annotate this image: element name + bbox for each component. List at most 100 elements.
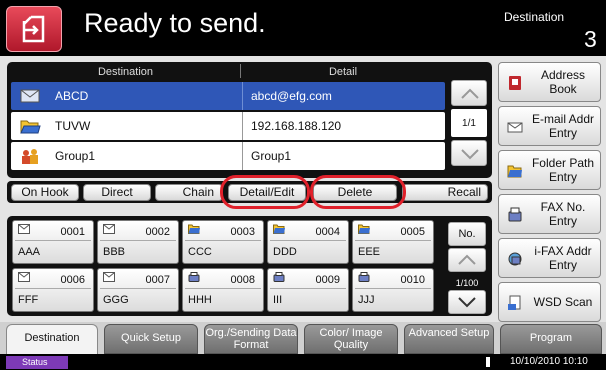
key-label: FFF [18,294,39,306]
destination-row[interactable]: TUVW 192.168.188.120 [11,112,445,140]
tab-destination[interactable]: Destination [6,324,98,354]
key-label: EEE [358,246,381,258]
folder-path-entry-button[interactable]: Folder Path Entry [498,150,601,190]
key-number: 0001 [60,226,85,238]
email-addr-entry-label: E-mail Addr Entry [531,112,595,140]
key-label: CCC [188,246,212,258]
email-icon [18,224,30,234]
keys-scroll-up-button[interactable] [448,248,486,272]
fax-no-entry-button[interactable]: FAX No. Entry [498,194,601,234]
one-touch-key[interactable]: 0009 III [267,268,349,312]
tab-color-image-quality[interactable]: Color/ Image Quality [304,324,398,354]
email-icon [507,122,523,133]
address-book-button[interactable]: Address Book [498,62,601,102]
one-touch-key[interactable]: 0007 GGG [97,268,179,312]
address-book-label: Address Book [540,68,586,96]
destination-list: Destination Detail ABCD abcd@efg.com TUV… [7,62,492,178]
folder-icon [20,120,41,134]
destination-count-label: Destination [504,10,565,24]
one-touch-key[interactable]: 0010 JJJ [352,268,434,312]
key-label: JJJ [358,294,375,306]
one-touch-key[interactable]: 0001 AAA [12,220,94,264]
column-header-destination: Destination [97,66,154,78]
key-divider [355,288,431,289]
key-label: GGG [103,294,129,306]
tab-program[interactable]: Program [500,324,602,354]
key-divider [355,240,431,241]
key-number: 0002 [145,226,170,238]
key-label: BBB [103,246,126,258]
key-number: 0003 [230,226,255,238]
key-divider [270,240,346,241]
screen: Ready to send. Destination 3 Destination… [0,0,606,370]
folder-icon [273,224,285,234]
recall-button[interactable]: Recall [402,184,488,201]
one-touch-key[interactable]: 0005 EEE [352,220,434,264]
ifax-addr-entry-label: i-FAX Addr Entry [534,244,592,272]
status-indicator-icon [486,357,490,367]
row-divider [242,142,243,170]
destination-detail: abcd@efg.com [251,89,332,103]
keys-scroll-down-button[interactable] [448,290,486,314]
on-hook-button[interactable]: On Hook [11,184,79,201]
status-button[interactable]: Status [6,356,68,369]
key-divider [100,240,176,241]
key-number: 0009 [315,274,340,286]
destination-detail: 192.168.188.120 [251,119,342,133]
group-icon [22,149,38,164]
tab-org-sending-data-format[interactable]: Org./Sending Data Format [204,324,298,354]
status-bar: Status 10/10/2010 10:10 [0,354,606,370]
key-divider [185,288,261,289]
list-page-text: 1/1 [462,118,476,129]
key-label: AAA [18,246,41,258]
highlight-circle-detail-edit [220,175,310,209]
fax-icon [188,272,200,282]
key-number: 0007 [145,274,170,286]
list-scroll-down-button[interactable] [451,140,487,166]
one-touch-key[interactable]: 0002 BBB [97,220,179,264]
key-divider [100,288,176,289]
destination-name: Group1 [55,149,96,163]
function-tabs: Destination Quick Setup Org./Sending Dat… [0,322,606,354]
one-touch-key[interactable]: 0008 HHH [182,268,264,312]
address-book-icon [509,76,521,90]
destination-row[interactable]: ABCD abcd@efg.com [11,82,445,110]
list-scroll-up-button[interactable] [451,80,487,106]
chevron-down-icon [461,149,479,160]
key-label: DDD [273,246,297,258]
keys-page-indicator: 1/100 [455,278,479,288]
column-header-detail: Detail [328,66,358,78]
one-touch-key[interactable]: 0006 FFF [12,268,94,312]
wsd-scan-label: WSD Scan [533,295,593,309]
key-number: 0010 [400,274,425,286]
key-number: 0008 [230,274,255,286]
chevron-down-icon [458,297,476,308]
folder-icon [358,224,370,234]
chain-button[interactable]: Chain [155,184,223,201]
one-touch-key[interactable]: 0004 DDD [267,220,349,264]
wsd-scan-button[interactable]: WSD Scan [498,282,601,322]
one-touch-key[interactable]: 0003 CCC [182,220,264,264]
email-icon [103,224,115,234]
ifax-icon [508,252,522,266]
number-search-button[interactable]: No. [448,222,486,246]
header-bar: Ready to send. Destination 3 [0,0,606,56]
key-number: 0006 [60,274,85,286]
folder-path-entry-label: Folder Path Entry [531,156,595,184]
key-number: 0005 [400,226,425,238]
fax-icon [508,207,522,222]
row-divider [242,112,243,140]
date-time: 10/10/2010 10:10 [510,356,588,367]
ifax-addr-entry-button[interactable]: i-FAX Addr Entry [498,238,601,278]
page-title: Ready to send. [84,8,266,38]
destination-row[interactable]: Group1 Group1 [11,142,445,170]
tab-advanced-setup[interactable]: Advanced Setup [404,324,494,354]
direct-button[interactable]: Direct [83,184,151,201]
wsd-scan-icon [508,295,521,310]
email-addr-entry-button[interactable]: E-mail Addr Entry [498,106,601,146]
key-label: HHH [188,294,212,306]
home-button[interactable] [6,6,62,52]
tab-quick-setup[interactable]: Quick Setup [104,324,198,354]
row-divider [242,82,243,110]
email-icon [20,89,40,103]
